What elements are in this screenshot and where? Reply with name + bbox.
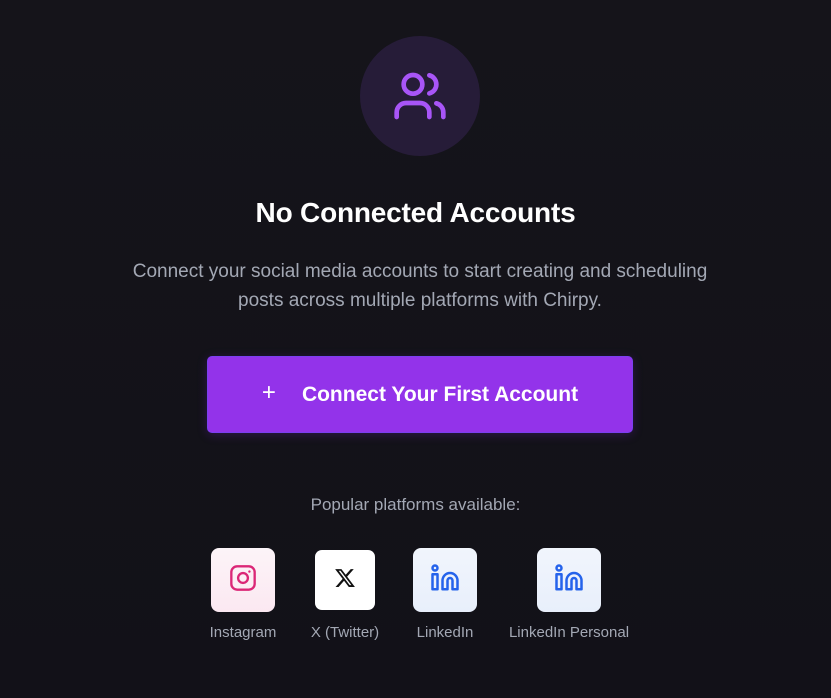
instagram-tile[interactable] [211, 548, 275, 612]
page-title: No Connected Accounts [255, 197, 576, 228]
platform-linkedin[interactable]: LinkedIn [395, 548, 495, 641]
connect-first-account-button[interactable]: + Connect Your First Account [207, 356, 633, 433]
x-twitter-tile[interactable] [315, 550, 375, 610]
platform-name: LinkedIn Personal [508, 624, 630, 641]
platform-name: Instagram [209, 624, 277, 641]
description-text: Connect your social media accounts to st… [132, 261, 708, 311]
platform-instagram[interactable]: Instagram [193, 548, 293, 641]
x-twitter-icon [334, 567, 356, 594]
platform-name: LinkedIn [416, 624, 474, 641]
users-icon-circle [360, 36, 480, 156]
linkedin-personal-tile[interactable] [537, 548, 601, 612]
linkedin-tile[interactable] [413, 548, 477, 612]
users-icon [392, 68, 448, 124]
platform-name: X (Twitter) [310, 624, 380, 641]
linkedin-icon [430, 563, 460, 598]
popular-platforms-label: Popular platforms available: [310, 495, 521, 514]
connect-button-label: Connect Your First Account [301, 382, 579, 406]
platform-x-twitter[interactable]: X (Twitter) [295, 548, 395, 641]
plus-icon: + [261, 379, 276, 406]
linkedin-icon [554, 563, 584, 598]
empty-state: No Connected Accounts Connect your socia… [0, 0, 831, 698]
platform-linkedin-personal[interactable]: LinkedIn Personal [499, 548, 639, 641]
instagram-icon [229, 564, 257, 597]
